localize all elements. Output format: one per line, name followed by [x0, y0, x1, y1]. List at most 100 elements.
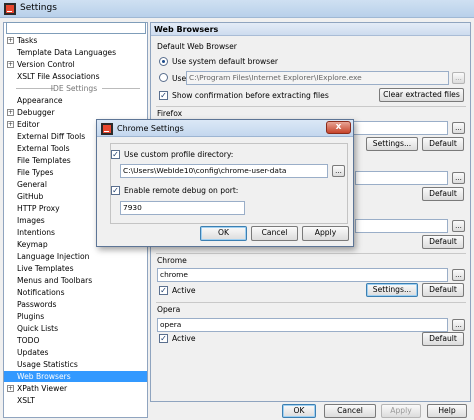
tree-item[interactable]: Usage Statistics: [4, 359, 147, 370]
hidden-browser2-path-field[interactable]: [355, 219, 448, 233]
firefox-default-button[interactable]: Default: [422, 137, 464, 151]
remote-debug-port-field[interactable]: 7930: [120, 201, 245, 215]
divider: [156, 302, 466, 303]
ok-button[interactable]: OK: [282, 404, 316, 418]
tree-expander-icon[interactable]: +: [7, 37, 14, 44]
tree-item[interactable]: Passwords: [4, 299, 147, 310]
apply-button[interactable]: Apply: [381, 404, 421, 418]
tree-item-label: Usage Statistics: [17, 360, 78, 369]
chrome-label: Chrome: [157, 256, 187, 265]
tree-item[interactable]: Language Injection: [4, 251, 147, 262]
tree-separator: IDE Settings: [4, 83, 147, 94]
tree-item[interactable]: Notifications: [4, 287, 147, 298]
tree-item-label: Live Templates: [17, 264, 74, 273]
firefox-settings-button[interactable]: Settings...: [366, 137, 418, 151]
opera-active-checkbox[interactable]: ✓: [159, 334, 168, 343]
chrome-path-field[interactable]: chrome: [157, 268, 448, 282]
dialog-close-button[interactable]: x: [326, 121, 351, 134]
tree-item[interactable]: TODO: [4, 335, 147, 346]
show-confirmation-checkbox[interactable]: ✓: [159, 91, 168, 100]
chrome-settings-button[interactable]: Settings...: [366, 283, 418, 297]
help-button[interactable]: Help: [427, 404, 467, 418]
tree-item[interactable]: Updates: [4, 347, 147, 358]
tree-item[interactable]: Appearance: [4, 95, 147, 106]
clear-extracted-files-button[interactable]: Clear extracted files: [379, 88, 464, 102]
hidden-browser-default-button[interactable]: Default: [422, 187, 464, 201]
tree-item[interactable]: + Version Control: [4, 59, 147, 70]
tree-item-label: HTTP Proxy: [17, 204, 60, 213]
tree-item[interactable]: Template Data Languages: [4, 47, 147, 58]
tree-expander-icon[interactable]: +: [7, 109, 14, 116]
enable-remote-debug-label: Enable remote debug on port:: [124, 186, 239, 195]
tree-expander-icon[interactable]: +: [7, 385, 14, 392]
tree-item-label: Version Control: [17, 60, 75, 69]
use-system-default-label: Use system default browser: [172, 57, 278, 66]
tree-item-label: Menus and Toolbars: [17, 276, 93, 285]
dialog-title: Chrome Settings: [117, 124, 184, 133]
tree-item[interactable]: Live Templates: [4, 263, 147, 274]
tree-item-label: GitHub: [17, 192, 44, 201]
chrome-browse-button[interactable]: ...: [452, 269, 465, 281]
tree-separator-label: IDE Settings: [50, 84, 98, 93]
opera-default-button[interactable]: Default: [422, 332, 464, 346]
tree-item[interactable]: + Debugger: [4, 107, 147, 118]
dialog-cancel-button[interactable]: Cancel: [251, 226, 298, 241]
firefox-label: Firefox: [157, 109, 183, 118]
use-custom-profile-label: Use custom profile directory:: [124, 150, 234, 159]
tree-item[interactable]: Plugins: [4, 311, 147, 322]
tree-item-label: Quick Lists: [17, 324, 59, 333]
window-title: Settings: [20, 3, 57, 13]
tree-item-label: Language Injection: [17, 252, 90, 261]
tree-item[interactable]: Quick Lists: [4, 323, 147, 334]
tree-item-label: External Tools: [17, 144, 70, 153]
dialog-apply-button[interactable]: Apply: [302, 226, 349, 241]
tree-item-label: Tasks: [17, 36, 38, 45]
tree-item[interactable]: + Tasks: [4, 35, 147, 46]
tree-item-label: File Types: [17, 168, 54, 177]
chrome-active-checkbox[interactable]: ✓: [159, 286, 168, 295]
use-system-default-radio[interactable]: [159, 57, 168, 66]
tree-item[interactable]: XSLT File Associations: [4, 71, 147, 82]
hidden-browser2-browse-button[interactable]: ...: [452, 220, 465, 232]
tree-item-label: Debugger: [17, 108, 55, 117]
enable-remote-debug-checkbox[interactable]: ✓: [111, 186, 120, 195]
use-custom-radio[interactable]: [159, 73, 168, 82]
show-confirmation-label: Show confirmation before extracting file…: [172, 91, 329, 100]
hidden-browser-browse-button[interactable]: ...: [452, 172, 465, 184]
tree-expander-icon[interactable]: +: [7, 121, 14, 128]
tree-expander-icon[interactable]: +: [7, 61, 14, 68]
hidden-browser-path-field[interactable]: [355, 171, 448, 185]
tree-item-label: Updates: [17, 348, 49, 357]
opera-browse-button[interactable]: ...: [452, 319, 465, 331]
tree-item[interactable]: Menus and Toolbars: [4, 275, 147, 286]
profile-directory-field[interactable]: C:\Users\WebIde10\config\chrome-user-dat…: [120, 164, 328, 178]
browse-path-button[interactable]: ...: [452, 72, 465, 84]
dialog-ok-button[interactable]: OK: [200, 226, 247, 241]
app-icon: [4, 3, 16, 15]
tree-item-label: Web Browsers: [17, 372, 71, 381]
tree-item-label: External Diff Tools: [17, 132, 86, 141]
hidden-browser2-default-button[interactable]: Default: [422, 235, 464, 249]
chrome-active-label: Active: [172, 286, 196, 295]
firefox-browse-button[interactable]: ...: [452, 122, 465, 134]
profile-browse-button[interactable]: ...: [332, 165, 345, 177]
divider: [156, 106, 466, 107]
opera-active-label: Active: [172, 334, 196, 343]
opera-path-field[interactable]: opera: [157, 318, 448, 332]
opera-label: Opera: [157, 305, 181, 314]
chrome-default-button[interactable]: Default: [422, 283, 464, 297]
tree-item[interactable]: Web Browsers: [4, 371, 147, 382]
custom-browser-path-field[interactable]: C:\Program Files\Internet Explorer\IExpl…: [186, 71, 449, 85]
tree-item-label: Intentions: [17, 228, 56, 237]
use-custom-profile-checkbox[interactable]: ✓: [111, 150, 120, 159]
tree-item-label: Template Data Languages: [17, 48, 117, 57]
use-custom-label: Use: [172, 74, 187, 83]
tree-item[interactable]: XSLT: [4, 395, 147, 406]
tree-item[interactable]: + XPath Viewer: [4, 383, 147, 394]
tree-item-label: File Templates: [17, 156, 71, 165]
tree-item-label: Notifications: [17, 288, 65, 297]
cancel-button[interactable]: Cancel: [324, 404, 376, 418]
search-input[interactable]: [6, 22, 146, 34]
tree-item-label: XPath Viewer: [17, 384, 68, 393]
tree-item-label: XSLT: [17, 396, 35, 405]
